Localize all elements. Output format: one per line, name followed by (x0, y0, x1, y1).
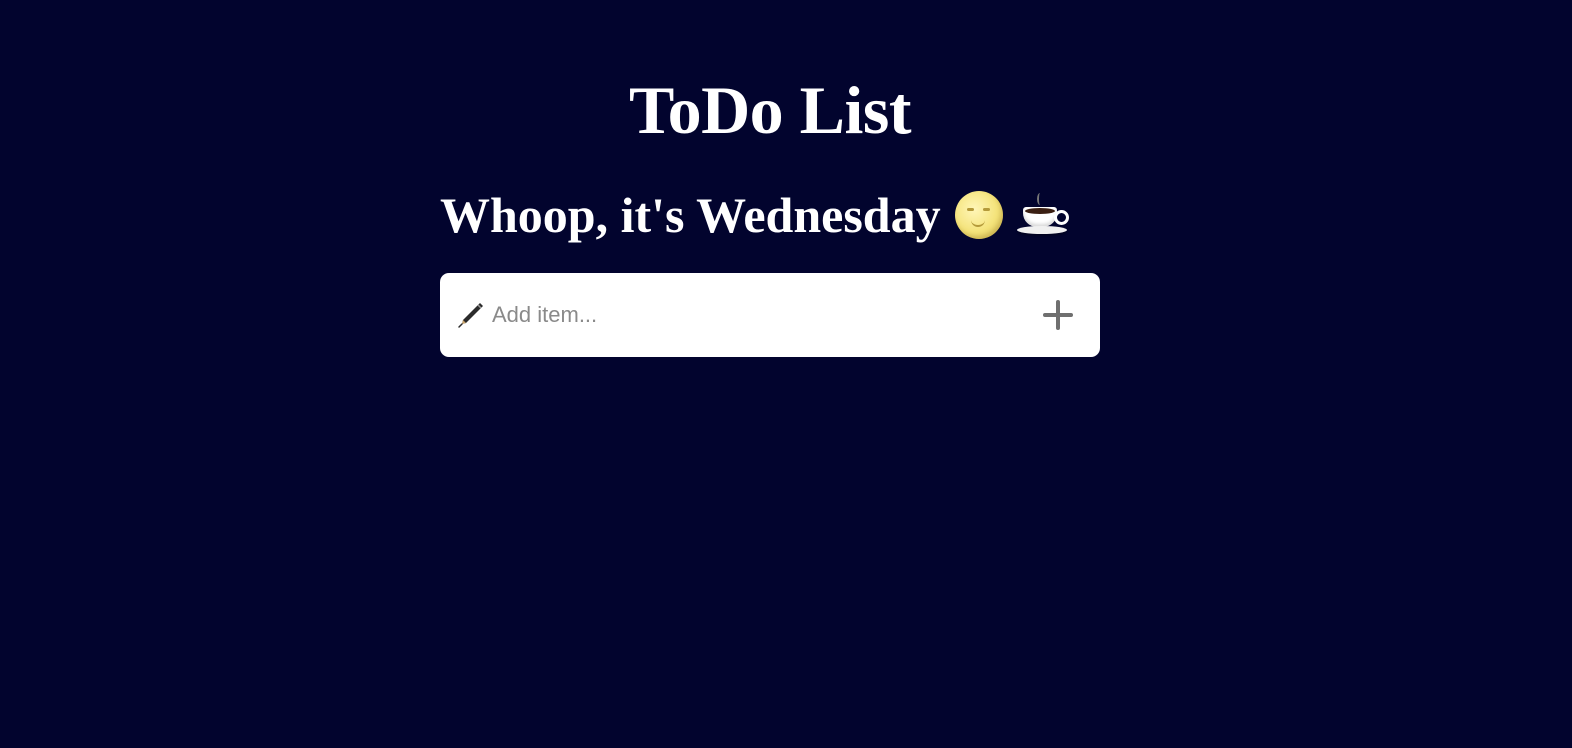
pen-icon (456, 300, 486, 330)
coffee-icon (1016, 191, 1069, 239)
greeting-heading: Whoop, it's Wednesday (440, 182, 1069, 248)
moon-face-icon (954, 191, 1003, 239)
page-title: ToDo List (628, 72, 912, 148)
plus-icon (1042, 299, 1074, 331)
add-item-bar (440, 273, 1100, 357)
add-item-input[interactable] (492, 295, 1038, 335)
greeting-text: Whoop, it's Wednesday (440, 187, 941, 243)
add-item-button[interactable] (1038, 295, 1078, 335)
